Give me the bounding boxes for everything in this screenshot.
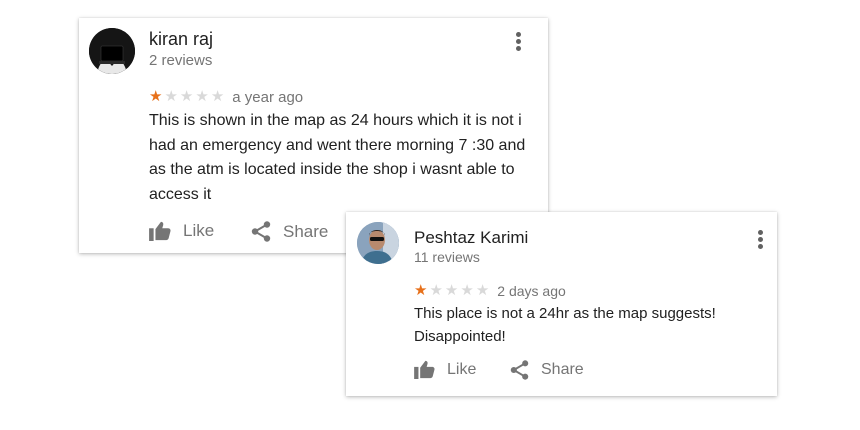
- star-empty-icon: ★: [179, 88, 194, 105]
- share-icon: [510, 360, 529, 380]
- star-empty-icon: ★: [195, 88, 209, 105]
- star-rating: ★ ★ ★ ★ ★: [149, 88, 226, 106]
- review-card: Peshtaz Karimi 11 reviews ★ ★ ★ ★ ★ 2 days a…: [346, 212, 777, 396]
- like-button[interactable]: Like: [414, 360, 476, 379]
- share-label: Share: [541, 361, 584, 378]
- like-label: Like: [183, 221, 215, 240]
- rating-row: ★ ★ ★ ★ ★ a year ago: [149, 88, 303, 106]
- star-empty-icon: ★: [164, 88, 178, 105]
- star-rating: ★ ★ ★ ★ ★: [414, 282, 491, 300]
- avatar[interactable]: [89, 28, 135, 74]
- reviewer-name[interactable]: Peshtaz Karimi: [414, 228, 528, 248]
- rating-row: ★ ★ ★ ★ ★ 2 days ago: [414, 282, 566, 300]
- thumbs-up-icon: [414, 360, 435, 379]
- star-filled-icon: ★: [414, 282, 428, 299]
- review-time: 2 days ago: [497, 283, 566, 299]
- star-empty-icon: ★: [429, 282, 443, 299]
- star-empty-icon: ★: [460, 282, 474, 299]
- star-empty-icon: ★: [475, 282, 490, 299]
- like-button[interactable]: Like: [149, 221, 214, 241]
- review-text: This place is not a 24hr as the map sugg…: [414, 305, 716, 345]
- thumbs-up-icon: [149, 221, 171, 241]
- review-count: 2 reviews: [149, 52, 213, 69]
- avatar-image: [89, 28, 135, 74]
- review-time: a year ago: [232, 88, 304, 106]
- more-options-icon[interactable]: [512, 30, 524, 54]
- review-count: 11 reviews: [414, 249, 480, 265]
- more-options-icon[interactable]: [754, 228, 766, 252]
- star-empty-icon: ★: [444, 282, 459, 299]
- star-filled-icon: ★: [149, 88, 163, 105]
- share-label: Share: [283, 221, 329, 241]
- avatar[interactable]: [357, 222, 399, 264]
- review-text: This is shown in the map as 24 hours whi…: [149, 112, 526, 203]
- star-empty-icon: ★: [210, 88, 225, 105]
- like-label: Like: [447, 360, 477, 378]
- share-button[interactable]: Share: [251, 221, 328, 242]
- share-button[interactable]: Share: [510, 360, 584, 380]
- avatar-image: [357, 222, 399, 264]
- share-icon: [251, 221, 271, 242]
- reviewer-name[interactable]: kiran raj: [149, 29, 213, 50]
